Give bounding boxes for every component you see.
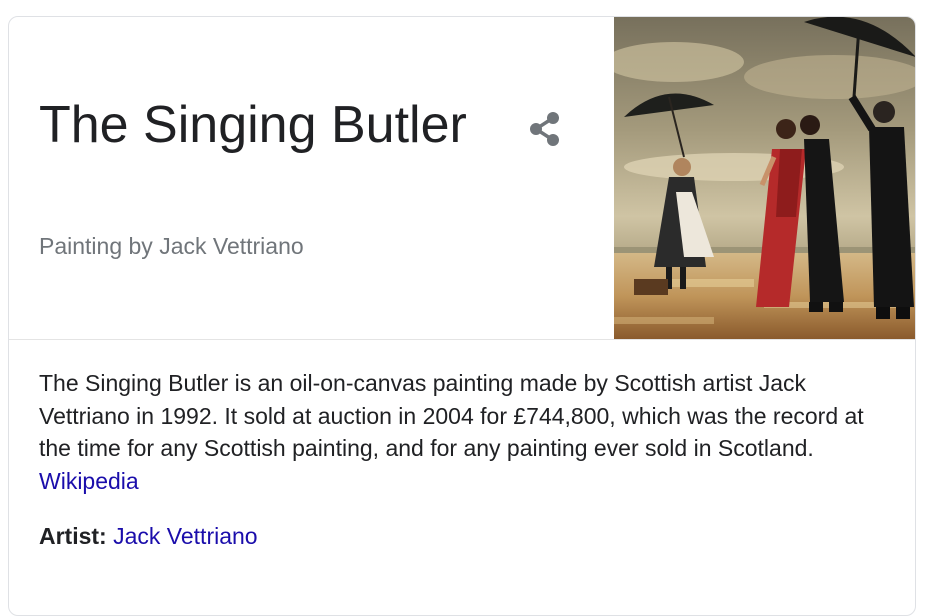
description-text: The Singing Butler is an oil-on-canvas p… bbox=[39, 370, 864, 461]
panel-header: The Singing Butler Painting by Jack Vett… bbox=[9, 17, 915, 340]
fact-row-artist: Artist: Jack Vettriano bbox=[39, 523, 258, 550]
share-button[interactable] bbox=[517, 101, 573, 157]
painting-image bbox=[614, 17, 915, 339]
wikipedia-link[interactable]: Wikipedia bbox=[39, 468, 139, 494]
share-icon bbox=[530, 112, 559, 146]
artist-link[interactable]: Jack Vettriano bbox=[113, 523, 257, 549]
painting-thumbnail[interactable] bbox=[614, 17, 915, 339]
knowledge-panel: The Singing Butler Painting by Jack Vett… bbox=[8, 16, 916, 616]
fact-label: Artist: bbox=[39, 523, 107, 549]
panel-title: The Singing Butler bbox=[39, 96, 467, 154]
panel-subtitle: Painting by Jack Vettriano bbox=[39, 233, 304, 259]
panel-description: The Singing Butler is an oil-on-canvas p… bbox=[39, 367, 889, 497]
